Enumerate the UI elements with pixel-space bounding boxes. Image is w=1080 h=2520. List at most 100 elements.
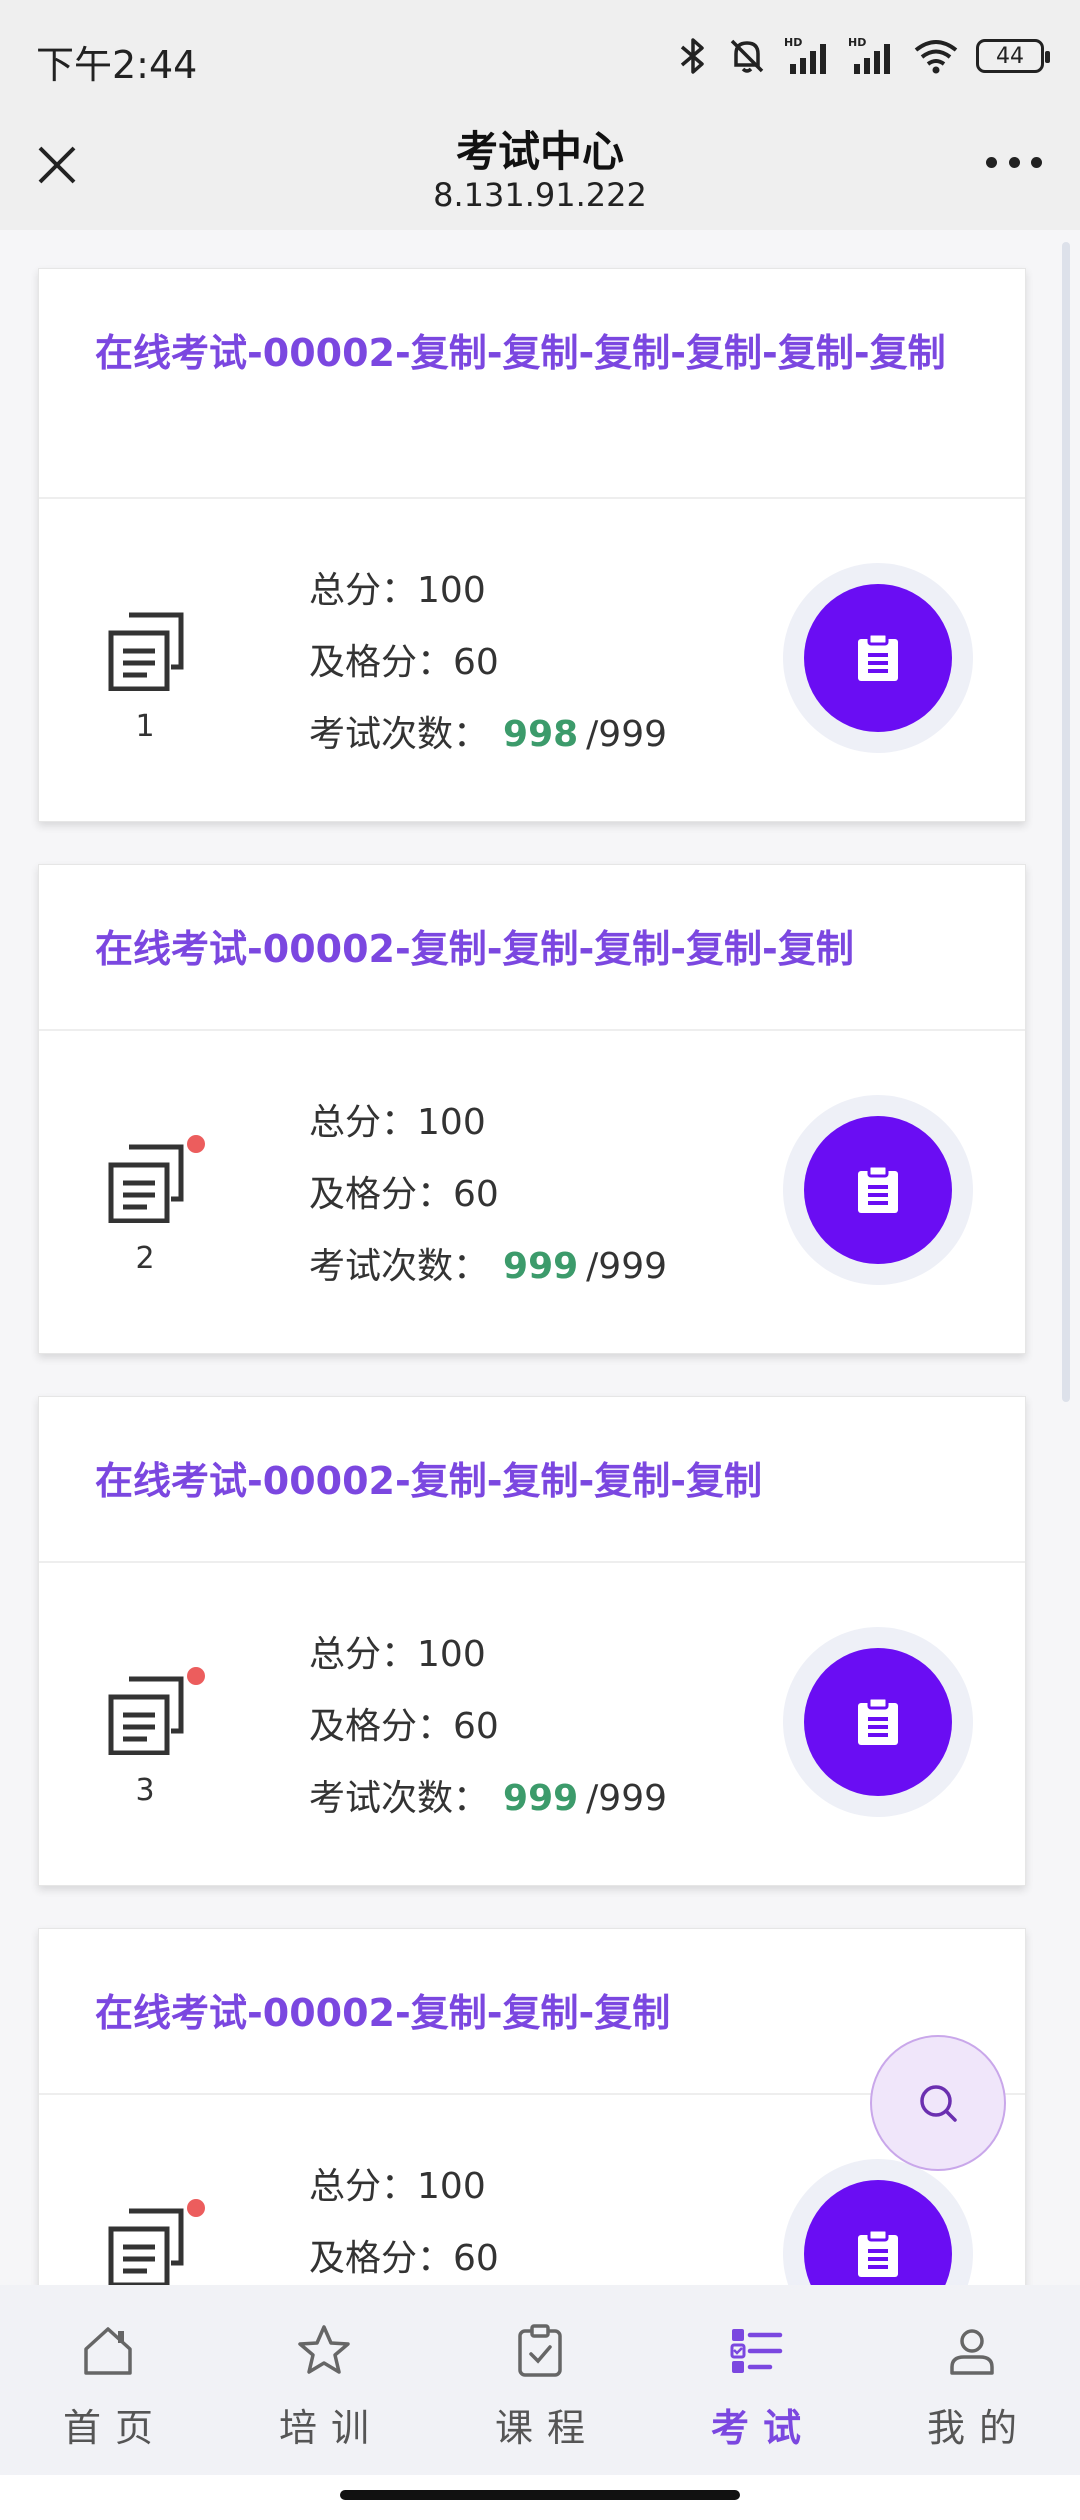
total-score-label: 总分： (309, 1634, 418, 1675)
hd-signal-icon: HD (784, 36, 826, 74)
total-score-label: 总分： (309, 570, 418, 611)
total-score-row: 总分：100 (309, 1619, 667, 1691)
attempts-row: 考试次数： 999/999 (309, 1763, 667, 1835)
exam-info: 总分：100 及格分：60 考试次数： 999/999 (309, 1087, 667, 1303)
exam-list[interactable]: 在线考试-00002-复制-复制-复制-复制-复制-复制 1 总分：100 及格… (0, 230, 1080, 2285)
unread-dot (187, 2199, 205, 2217)
total-score-label: 总分： (309, 1102, 418, 1143)
clipboard-icon (858, 633, 898, 681)
search-icon (920, 2085, 957, 2122)
pass-score-label: 及格分： (309, 2238, 454, 2279)
start-exam-button[interactable] (804, 584, 952, 732)
tab-label: 课程 (494, 2406, 599, 2450)
status-icons: HD HD 44 (676, 34, 1050, 78)
exam-info: 总分：100 及格分：60 考试次数： 998/999 (309, 555, 667, 771)
exam-card-body: 3 总分：100 及格分：60 考试次数： 999/999 (39, 1563, 1025, 1885)
user-icon (950, 2329, 994, 2375)
mute-bell-icon (730, 39, 764, 73)
pass-score-row: 及格分：60 (309, 2223, 499, 2285)
tab-exams[interactable]: 考试 (648, 2285, 864, 2475)
exam-card[interactable]: 在线考试-00002-复制-复制-复制-复制 3 总分：100 及格分：60 考… (38, 1396, 1026, 1886)
more-icon[interactable] (986, 152, 1042, 172)
battery-level: 44 (996, 43, 1024, 69)
exam-title[interactable]: 在线考试-00002-复制-复制-复制-复制-复制-复制 (39, 269, 1025, 499)
pass-score-label: 及格分： (309, 1706, 454, 1747)
clipboard-icon (858, 1697, 898, 1745)
start-exam-button[interactable] (804, 1116, 952, 1264)
svg-text:HD: HD (848, 36, 866, 49)
pass-score-row: 及格分：60 (309, 1691, 667, 1763)
status-time: 下午2:44 (36, 43, 198, 87)
exam-title[interactable]: 在线考试-00002-复制-复制-复制-复制 (39, 1397, 1025, 1563)
attempts-row: 考试次数： 998/999 (309, 699, 667, 771)
document-stack-icon (108, 1144, 184, 1223)
checklist-icon (730, 2329, 783, 2373)
exam-card-body: 2 总分：100 及格分：60 考试次数： 999/999 (39, 1031, 1025, 1353)
pass-score-label: 及格分： (309, 1174, 454, 1215)
tab-label: 培训 (278, 2406, 383, 2450)
start-exam-button[interactable] (804, 1648, 952, 1796)
tab-mine[interactable]: 我的 (864, 2285, 1080, 2475)
attempts-label: 考试次数： (309, 1246, 490, 1287)
nav-bar: 考试中心 8.131.91.222 (0, 110, 1080, 230)
pass-score-value: 60 (453, 2238, 499, 2279)
wifi-icon (914, 40, 958, 74)
exam-card[interactable]: 在线考试-00002-复制-复制-复制-复制-复制-复制 1 总分：100 及格… (38, 268, 1026, 822)
total-score-value: 100 (417, 1634, 486, 1675)
unread-dot (187, 1667, 205, 1685)
scrollbar[interactable] (1062, 242, 1070, 1402)
total-score-value: 100 (417, 1102, 486, 1143)
status-bar: 下午2:44 HD HD 44 (0, 0, 1080, 110)
exam-index: 1 (135, 709, 155, 744)
clipboard-icon (858, 2229, 898, 2277)
tab-label: 我的 (926, 2406, 1031, 2450)
bottom-tab-bar: 首页 培训 课程 考试 我的 (0, 2285, 1080, 2475)
document-stack-icon (108, 1676, 184, 1755)
exam-card-body: 1 总分：100 及格分：60 考试次数： 998/999 (39, 499, 1025, 821)
page-title: 考试中心 (455, 127, 624, 176)
tab-label: 首页 (62, 2406, 167, 2450)
exam-index: 2 (135, 1241, 155, 1276)
total-score-label: 总分： (309, 2166, 418, 2207)
home-indicator-area (0, 2475, 1080, 2520)
pass-score-value: 60 (453, 1174, 499, 1215)
clipboard-icon (858, 1165, 898, 1213)
tab-home[interactable]: 首页 (0, 2285, 216, 2475)
total-score-row: 总分：100 (309, 555, 667, 627)
attempts-max: /999 (586, 1246, 668, 1287)
pass-score-value: 60 (453, 1706, 499, 1747)
pass-score-label: 及格分： (309, 642, 454, 683)
tab-courses[interactable]: 课程 (432, 2285, 648, 2475)
total-score-value: 100 (417, 570, 486, 611)
attempts-max: /999 (586, 1778, 668, 1819)
attempts-row: 考试次数： 999/999 (309, 1231, 667, 1303)
exam-info: 总分：100 及格分：60 考试次数： 999/999 (309, 1619, 667, 1835)
pass-score-value: 60 (453, 642, 499, 683)
hd-signal-icon: HD (848, 36, 890, 74)
pass-score-row: 及格分：60 (309, 627, 667, 699)
attempts-used: 999 (503, 1778, 579, 1819)
unread-dot (187, 1135, 205, 1153)
attempts-used: 998 (503, 714, 579, 755)
floating-search-button[interactable] (870, 2035, 1006, 2171)
exam-index: 3 (135, 1773, 155, 1808)
svg-text:HD: HD (784, 36, 802, 49)
page-subtitle: 8.131.91.222 (433, 176, 647, 214)
exam-card[interactable]: 在线考试-00002-复制-复制-复制-复制-复制 2 总分：100 及格分：6… (38, 864, 1026, 1354)
home-indicator[interactable] (340, 2490, 740, 2500)
bluetooth-icon (680, 38, 704, 74)
document-stack-icon (108, 2208, 184, 2285)
tab-training[interactable]: 培训 (216, 2285, 432, 2475)
attempts-label: 考试次数： (309, 714, 490, 755)
document-stack-icon (108, 612, 184, 691)
star-icon (298, 2325, 350, 2374)
pass-score-row: 及格分：60 (309, 1159, 667, 1231)
attempts-max: /999 (586, 714, 668, 755)
exam-title[interactable]: 在线考试-00002-复制-复制-复制-复制-复制 (39, 865, 1025, 1031)
total-score-row: 总分：100 (309, 1087, 667, 1159)
battery-icon: 44 (976, 39, 1050, 73)
tab-label: 考试 (710, 2406, 815, 2450)
exam-info: 总分：100 及格分：60 (309, 2151, 499, 2285)
home-icon (84, 2327, 132, 2375)
attempts-label: 考试次数： (309, 1778, 490, 1819)
